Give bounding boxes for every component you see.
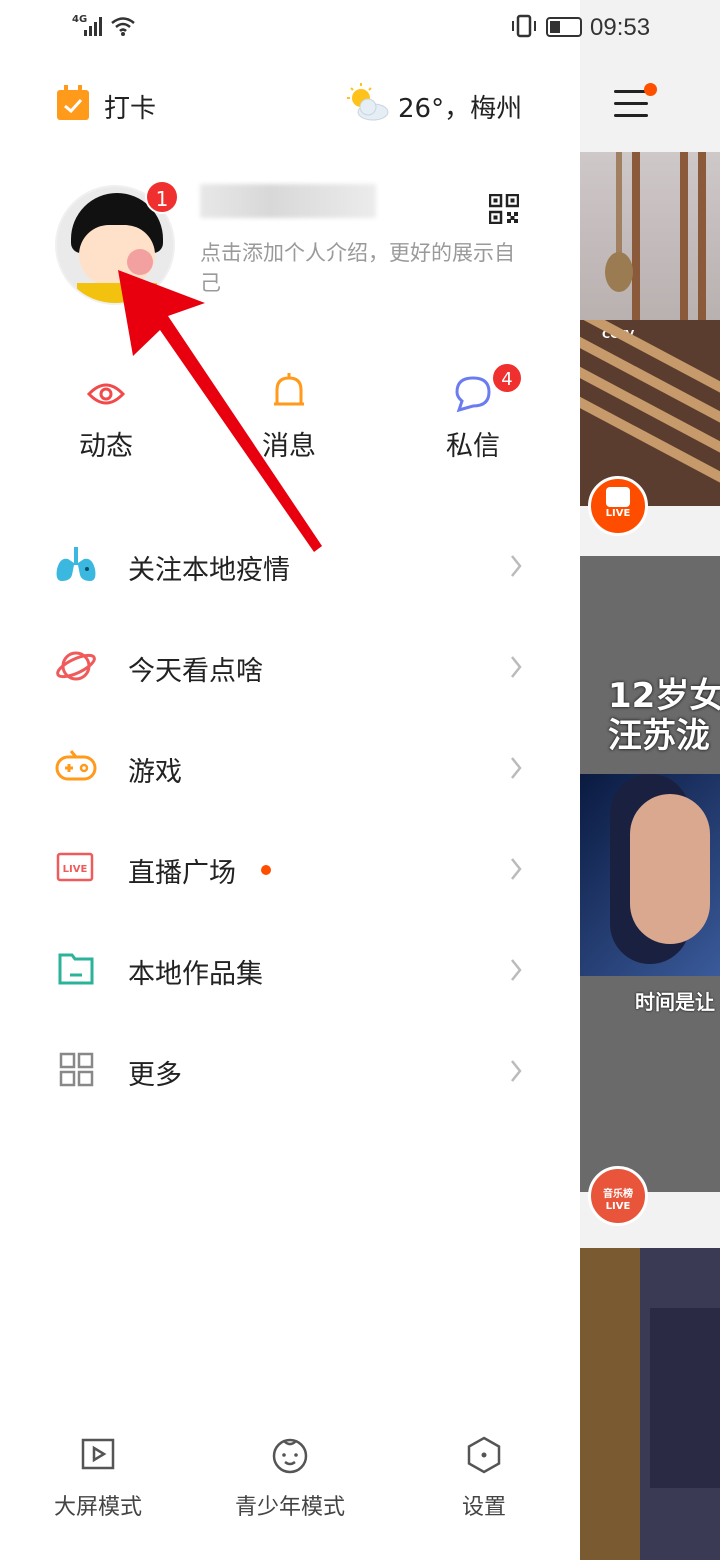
quick-action-private-messages[interactable]: 私信 4 bbox=[413, 362, 533, 463]
avatar-notification-badge: 1 bbox=[145, 180, 179, 214]
drawer-menu: 关注本地疫情 今天看点啥 游戏 LIVE 直播广场 本地作品集 更多 bbox=[0, 515, 580, 1121]
drawer-bottom-bar: 大屏模式 青少年模式 设置 bbox=[0, 1435, 580, 1525]
grid-icon bbox=[59, 1052, 94, 1087]
live-avatar[interactable]: LIVE bbox=[588, 476, 648, 536]
calendar-check-icon[interactable] bbox=[57, 85, 89, 120]
camera-icon bbox=[606, 487, 630, 507]
chevron-right-icon bbox=[511, 1060, 522, 1082]
teen-mode-button[interactable]: 青少年模式 bbox=[228, 1435, 352, 1521]
chat-bubble-icon bbox=[455, 376, 491, 413]
chevron-right-icon bbox=[511, 555, 522, 577]
chevron-right-icon bbox=[511, 858, 522, 880]
quick-action-messages[interactable]: 消息 bbox=[229, 370, 349, 463]
live-plaza-new-dot bbox=[261, 865, 271, 875]
side-drawer: 打卡 26°，梅州 1 点击添加个人介绍，更好的展示自己 动态 消息 私信 4 … bbox=[0, 0, 580, 1560]
menu-item-games[interactable]: 游戏 bbox=[0, 717, 580, 818]
weather-location[interactable]: 26°，梅州 bbox=[398, 88, 522, 125]
quick-actions: 动态 消息 私信 4 bbox=[0, 362, 580, 470]
menu-item-live-plaza[interactable]: LIVE 直播广场 bbox=[0, 818, 580, 919]
private-message-badge: 4 bbox=[491, 362, 523, 394]
music-live-avatar[interactable]: 音乐榜 LIVE bbox=[588, 1166, 648, 1226]
chevron-right-icon bbox=[511, 959, 522, 981]
feed-card-title: 12岁女 汪苏泷 bbox=[608, 676, 720, 756]
planet-icon bbox=[56, 651, 96, 681]
big-screen-mode-button[interactable]: 大屏模式 bbox=[48, 1435, 148, 1521]
folder-icon bbox=[58, 953, 94, 985]
menu-item-local-works[interactable]: 本地作品集 bbox=[0, 919, 580, 1020]
live-icon: LIVE bbox=[56, 852, 94, 882]
qr-code-icon[interactable] bbox=[489, 194, 519, 224]
vibrate-icon bbox=[512, 14, 536, 38]
username-redacted[interactable] bbox=[200, 184, 376, 218]
menu-notification-dot bbox=[644, 83, 657, 96]
menu-item-more[interactable]: 更多 bbox=[0, 1020, 580, 1121]
chevron-right-icon bbox=[511, 757, 522, 779]
child-face-icon bbox=[272, 1438, 308, 1474]
profile-section: 1 点击添加个人介绍，更好的展示自己 bbox=[0, 170, 580, 320]
profile-bio[interactable]: 点击添加个人介绍，更好的展示自己 bbox=[200, 238, 530, 298]
feed-card-music-video[interactable]: 12岁女 汪苏泷 时间是让 bbox=[580, 556, 720, 1192]
partly-cloudy-icon bbox=[347, 83, 389, 121]
signal-icon bbox=[84, 16, 106, 36]
background-feed: CCTV LIVE 12岁女 汪苏泷 时间是让 音乐榜 LIVE bbox=[580, 0, 720, 1560]
feed-card-subtitle: 时间是让 bbox=[635, 990, 715, 1014]
bell-icon bbox=[274, 373, 304, 406]
battery-icon bbox=[546, 17, 582, 37]
status-bar: 4G 09:53 bbox=[0, 0, 720, 56]
svg-text:LIVE: LIVE bbox=[63, 864, 88, 875]
gamepad-icon bbox=[55, 750, 97, 781]
clock: 09:53 bbox=[590, 14, 651, 41]
menu-item-what-to-watch[interactable]: 今天看点啥 bbox=[0, 616, 580, 717]
hexagon-settings-icon bbox=[467, 1436, 501, 1474]
feed-card-chopsticks[interactable]: CCTV bbox=[580, 320, 720, 506]
settings-button[interactable]: 设置 bbox=[448, 1435, 520, 1521]
feed-card-illustration[interactable] bbox=[580, 1248, 720, 1560]
play-screen-icon bbox=[81, 1438, 115, 1470]
eye-icon bbox=[86, 383, 126, 405]
menu-item-local-epidemic[interactable]: 关注本地疫情 bbox=[0, 515, 580, 616]
chevron-right-icon bbox=[511, 656, 522, 678]
feed-card-utensils[interactable] bbox=[580, 152, 720, 322]
wifi-icon bbox=[111, 17, 135, 36]
quick-action-feed[interactable]: 动态 bbox=[46, 370, 166, 463]
checkin-button[interactable]: 打卡 bbox=[104, 88, 156, 125]
feed-card-image bbox=[580, 774, 720, 976]
drawer-top-bar: 打卡 26°，梅州 bbox=[0, 80, 580, 130]
lungs-icon bbox=[56, 547, 96, 581]
